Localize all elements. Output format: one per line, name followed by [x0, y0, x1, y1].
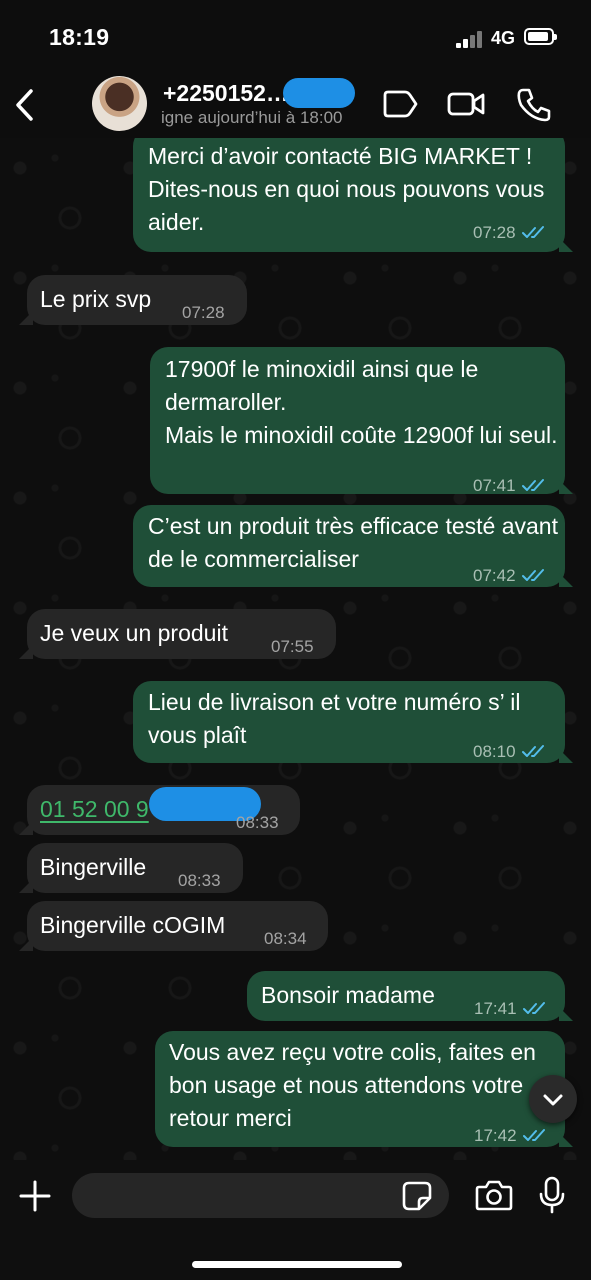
message-input[interactable] [72, 1173, 449, 1218]
sticker-icon[interactable] [401, 1180, 433, 1212]
chevron-left-icon[interactable] [10, 87, 40, 123]
read-receipt-icon [521, 569, 544, 581]
network-type: 4G [491, 28, 516, 48]
message-text: Le prix svp [40, 286, 152, 312]
message-text: Bingerville cOGIM [40, 912, 226, 938]
read-receipt-icon [522, 1129, 545, 1141]
message-time: 07:28 [473, 223, 516, 242]
message-bubble-incoming[interactable]: 01 52 00 9 08:33 [19, 785, 300, 835]
read-receipt-icon [521, 226, 544, 238]
message-text: Bingerville [40, 854, 147, 880]
message-time: 07:41 [473, 476, 516, 495]
message-meta: 17:42 [474, 1119, 549, 1152]
message-bubble-outgoing[interactable]: Bonsoir madame 17:41 [247, 971, 573, 1021]
message-bubble-incoming[interactable]: Bingerville 08:33 [19, 843, 243, 893]
scroll-to-bottom-button[interactable] [529, 1075, 577, 1123]
message-meta: 08:10 [473, 735, 548, 768]
message-time: 17:42 [474, 1126, 517, 1145]
message-text: 17900f le minoxidil ainsi que le dermaro… [165, 356, 558, 448]
chat-messages-area[interactable]: Merci d’avoir contacté BIG MARKET ! Dite… [0, 138, 591, 1160]
message-time: 08:10 [473, 742, 516, 761]
battery-icon [524, 28, 557, 45]
last-seen-status: igne aujourd’hui à 18:00 [161, 108, 343, 127]
status-time: 18:19 [49, 24, 110, 50]
message-time: 07:55 [271, 637, 314, 656]
message-meta: 07:42 [473, 559, 548, 592]
message-bubble-outgoing[interactable]: Vous avez reçu votre colis, faites en bo… [155, 1031, 573, 1147]
message-bubble-outgoing[interactable]: C’est un produit très efficace testé ava… [133, 505, 573, 587]
message-bubble-incoming[interactable]: Je veux un produit 07:55 [19, 609, 336, 659]
signal-strength-icon [456, 30, 484, 48]
message-text: Je veux un produit [40, 620, 228, 646]
status-bar: 18:19 4G [0, 0, 591, 72]
video-camera-icon[interactable] [447, 86, 485, 122]
message-time: 17:41 [474, 999, 517, 1018]
message-bubble-outgoing[interactable]: Merci d’avoir contacté BIG MARKET ! Dite… [133, 138, 573, 252]
message-composer [0, 1160, 591, 1280]
microphone-icon[interactable] [538, 1176, 566, 1214]
message-meta: 07:28 [473, 216, 548, 249]
contact-avatar[interactable] [92, 76, 147, 131]
message-bubble-incoming[interactable]: Le prix svp 07:28 [19, 275, 247, 325]
message-time: 08:33 [178, 871, 221, 890]
chat-header: +2250152… igne aujourd’hui à 18:00 [0, 72, 591, 138]
message-bubble-outgoing[interactable]: 17900f le minoxidil ainsi que le dermaro… [150, 347, 573, 495]
contact-name[interactable]: +2250152… [163, 80, 289, 107]
read-receipt-icon [521, 745, 544, 757]
camera-icon[interactable] [475, 1178, 513, 1212]
message-bubble-outgoing[interactable]: Lieu de livraison et votre numéro s’ il … [133, 681, 573, 763]
home-indicator[interactable] [192, 1261, 402, 1268]
message-time: 07:42 [473, 566, 516, 585]
plus-icon[interactable] [19, 1180, 51, 1212]
phone-icon[interactable] [515, 86, 553, 122]
message-meta: 07:41 [473, 469, 548, 502]
redaction-mark [283, 78, 355, 108]
chevron-down-icon [543, 1094, 563, 1106]
message-text: Bonsoir madame [261, 982, 435, 1008]
message-meta: 17:41 [474, 992, 549, 1025]
message-time: 07:28 [182, 303, 225, 322]
read-receipt-icon [522, 1002, 545, 1014]
label-tag-icon[interactable] [381, 86, 419, 122]
message-bubble-incoming[interactable]: Bingerville cOGIM 08:34 [19, 901, 328, 951]
read-receipt-icon [521, 479, 544, 491]
message-time: 08:34 [264, 929, 307, 948]
phone-number-link[interactable]: 01 52 00 9 [40, 793, 149, 826]
message-time: 08:33 [236, 813, 279, 832]
